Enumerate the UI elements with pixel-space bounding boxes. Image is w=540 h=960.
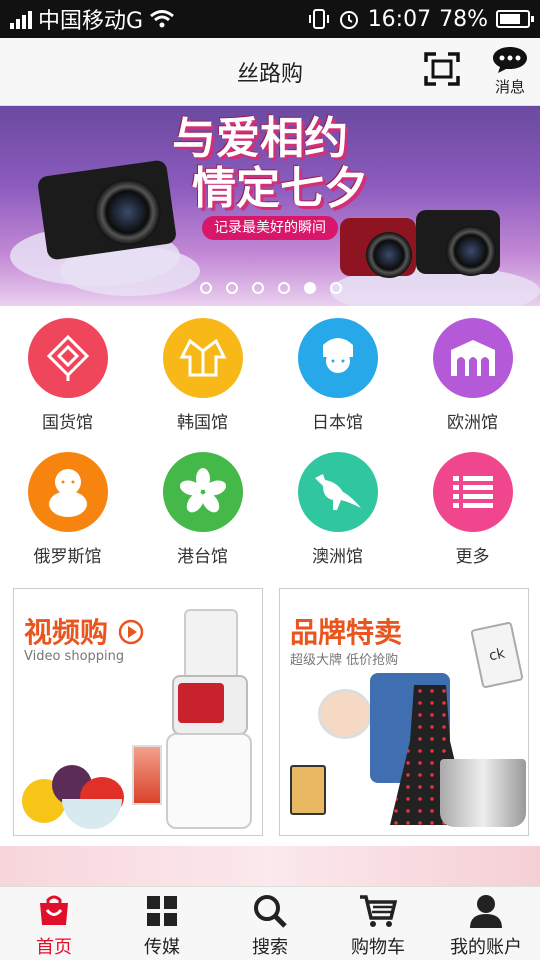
category-australia[interactable]: 澳洲馆	[270, 440, 405, 567]
promo-subtitle: 超级大牌 低价抢购	[290, 653, 399, 668]
bottle-image	[290, 765, 326, 815]
juicer-image	[164, 609, 254, 829]
banner-tagline: 记录最美好的瞬间	[202, 216, 338, 240]
matryoshka-icon	[27, 452, 108, 532]
battery-icon	[496, 10, 534, 28]
carousel-dot[interactable]	[330, 282, 342, 294]
category-hk-tw[interactable]: 港台馆	[135, 440, 270, 567]
carousel-dot[interactable]	[252, 282, 264, 294]
status-bar: 中国移动G 16:07 78%	[0, 0, 540, 38]
banner-headline: 与爱相约 情定七夕	[172, 113, 368, 214]
tab-search[interactable]: 搜索	[216, 887, 324, 960]
app-header: 丝路购 消息	[0, 38, 540, 106]
category-grid: 国货馆 韩国馆 日本馆 欧洲馆 俄罗斯馆 港台馆 澳洲馆 更多	[0, 306, 540, 578]
play-icon	[118, 619, 144, 645]
perfume-image: ck	[470, 621, 524, 689]
fruit-image	[22, 759, 142, 835]
carousel-dot[interactable]	[304, 282, 316, 294]
carousel-dots	[200, 282, 342, 294]
category-more[interactable]: 更多	[405, 440, 540, 567]
alarm-icon	[339, 11, 358, 29]
compact-image	[318, 689, 372, 739]
chinese-knot-icon	[27, 318, 108, 398]
tab-account[interactable]: 我的账户	[432, 887, 540, 960]
geisha-icon	[297, 318, 378, 398]
category-korea[interactable]: 韩国馆	[135, 306, 270, 433]
cart-icon	[360, 895, 397, 927]
category-russia[interactable]: 俄罗斯馆	[0, 440, 135, 567]
promo-subtitle: Video shopping	[24, 649, 125, 664]
category-japan[interactable]: 日本馆	[270, 306, 405, 433]
bauhinia-icon	[162, 452, 243, 532]
battery-percent: 78%	[439, 6, 488, 32]
brand-sale-card[interactable]: 品牌特卖 超级大牌 低价抢购 ck	[279, 588, 529, 836]
camera-image	[416, 210, 500, 276]
grid-icon	[147, 896, 177, 926]
user-icon	[470, 895, 502, 928]
carousel-dot[interactable]	[278, 282, 290, 294]
promo-title: 品牌特卖	[290, 616, 403, 649]
shopping-bag-icon	[40, 895, 68, 925]
list-icon	[432, 452, 513, 532]
promo-section: 视频购 Video shopping 品牌特卖 超级大牌 低价抢购 ck	[0, 578, 540, 846]
signal-icon	[10, 9, 32, 29]
tab-home[interactable]: 首页	[0, 887, 108, 960]
video-shopping-card[interactable]: 视频购 Video shopping	[13, 588, 263, 836]
clock-time: 16:07	[367, 6, 432, 32]
camera-image	[340, 218, 416, 278]
promo-title: 视频购	[24, 611, 144, 651]
promo-banner[interactable]: 与爱相约 情定七夕 记录最美好的瞬间	[0, 106, 540, 306]
chat-bubble-icon	[493, 47, 527, 73]
scan-icon[interactable]	[424, 52, 460, 86]
search-icon	[254, 895, 287, 928]
message-button[interactable]: 消息	[488, 46, 532, 96]
carousel-dot[interactable]	[200, 282, 212, 294]
camera-image	[36, 159, 178, 261]
bottom-tab-bar: 首页 传媒 搜索 购物车 我的账户	[0, 886, 540, 960]
next-banner-peek	[0, 846, 540, 886]
message-label: 消息	[494, 78, 525, 96]
category-chinese[interactable]: 国货馆	[0, 306, 135, 433]
hanbok-icon	[162, 318, 243, 398]
carrier-name: 中国移动G	[38, 9, 144, 34]
gate-icon	[432, 318, 513, 398]
pot-image	[440, 759, 526, 827]
kangaroo-icon	[297, 452, 378, 532]
wifi-icon	[150, 10, 175, 28]
tab-cart[interactable]: 购物车	[324, 887, 432, 960]
vibrate-icon	[308, 9, 329, 29]
tab-media[interactable]: 传媒	[108, 887, 216, 960]
category-europe[interactable]: 欧洲馆	[405, 306, 540, 433]
carousel-dot[interactable]	[226, 282, 238, 294]
